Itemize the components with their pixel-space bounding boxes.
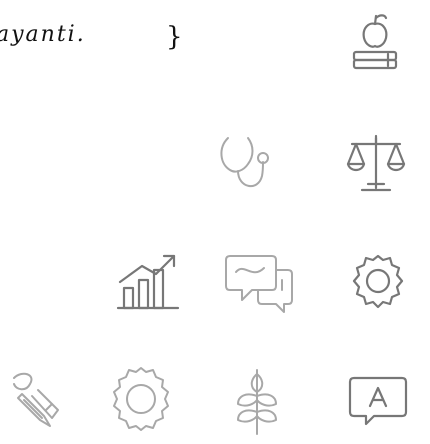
pencil-tools-icon [2, 366, 68, 432]
handwritten-note: ayanti. [0, 22, 86, 47]
handwritten-brace: } [166, 22, 183, 52]
conversation-icon [222, 246, 298, 320]
icon-canvas: ayanti. } [0, 0, 430, 444]
gear-icon [104, 362, 178, 436]
growth-chart-icon [112, 246, 184, 318]
wheat-icon [226, 362, 288, 438]
stethoscope-icon [214, 130, 280, 196]
scale-balance-icon [340, 128, 412, 202]
book-apple-icon [340, 10, 410, 80]
settings-gear-icon [344, 248, 412, 316]
presentation-icon [344, 366, 412, 434]
